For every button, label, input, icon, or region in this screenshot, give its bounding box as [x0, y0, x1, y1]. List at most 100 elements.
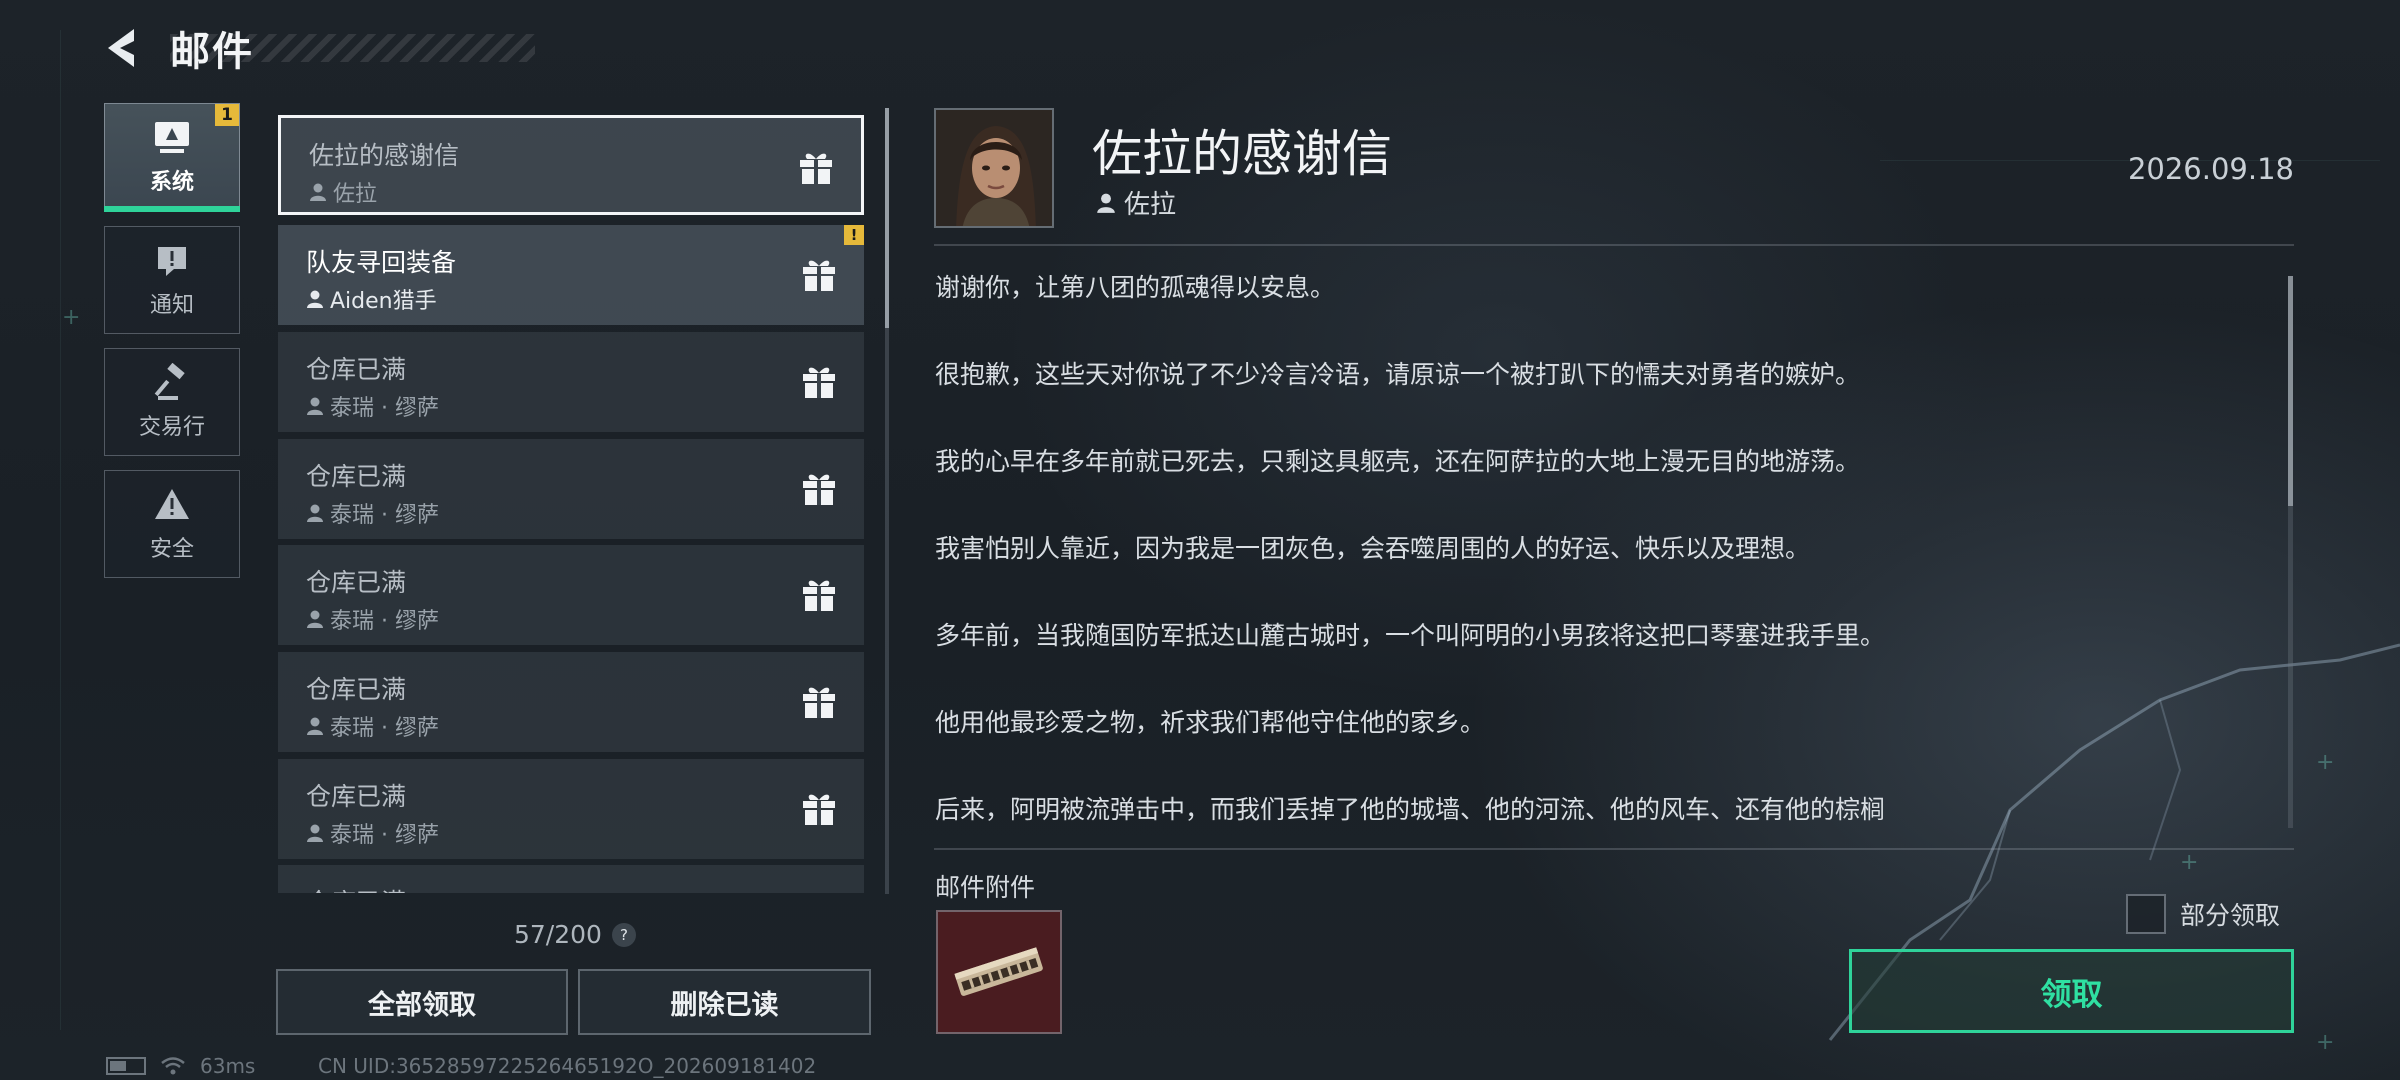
mail-body-paragraph: 很抱歉，这些天对你说了不少冷言冷语，请原谅一个被打趴下的懦夫对勇者的嫉妒。	[935, 360, 1861, 389]
mail-sender: 泰瑞 · 缪萨	[306, 390, 439, 422]
mail-body-paragraph: 我害怕别人靠近，因为我是一团灰色，会吞噬周围的人的好运、快乐以及理想。	[935, 534, 1811, 563]
gift-icon	[803, 687, 835, 718]
mail-sender-name: Aiden猎手	[330, 289, 437, 314]
wifi-icon	[161, 1057, 185, 1075]
delete-read-button[interactable]: 删除已读	[578, 969, 871, 1035]
mail-title: 仓库已满	[306, 782, 407, 811]
mail-sender: 佐拉	[309, 176, 377, 208]
mail-item[interactable]: 队友寻回装备 Aiden猎手 !	[278, 225, 864, 325]
category-notice[interactable]: 通知	[104, 226, 240, 334]
mail-list-scrollbar[interactable]	[885, 108, 889, 894]
person-icon	[307, 397, 323, 415]
mail-count: 57/200 ?	[514, 920, 636, 949]
gift-icon	[803, 474, 835, 505]
attachment-label: 邮件附件	[935, 873, 1036, 902]
gift-icon	[803, 794, 835, 825]
category-label: 通知	[149, 293, 194, 318]
help-icon[interactable]: ?	[611, 922, 636, 947]
gift-icon	[803, 260, 835, 291]
mail-body-paragraph: 多年前，当我随国防军抵达山麓古城时，一个叫阿明的小男孩将这把口琴塞进我手里。	[935, 621, 1886, 650]
partial-claim-toggle[interactable]: 部分领取	[2126, 894, 2280, 934]
mail-detail-sender-name: 佐拉	[1124, 190, 1177, 220]
person-icon	[310, 183, 326, 201]
mail-sender-name: 泰瑞 · 缪萨	[330, 609, 439, 634]
gift-icon	[803, 580, 835, 611]
category-label: 交易行	[138, 415, 205, 440]
mail-body-paragraph: 他用他最珍爱之物，祈求我们帮他守住他的家乡。	[935, 708, 1486, 737]
sender-avatar	[934, 108, 1054, 228]
person-icon	[1097, 193, 1115, 213]
detail-divider	[934, 244, 2294, 246]
harmonica-icon	[954, 947, 1043, 996]
person-icon	[307, 717, 323, 735]
mail-title: 仓库已满	[306, 883, 406, 893]
mail-item[interactable]: 仓库已满 泰瑞 · 缪萨	[278, 439, 864, 539]
detail-divider	[934, 848, 2294, 850]
warning-triangle-icon	[155, 489, 189, 519]
category-label: 系统	[149, 170, 194, 195]
person-icon	[307, 290, 323, 308]
mail-item[interactable]: 仓库已满 泰瑞 · 缪萨	[278, 332, 864, 432]
mail-detail-date: 2026.09.18	[2127, 152, 2294, 186]
mail-body-paragraph: 我的心早在多年前就已死去，只剩这具躯壳，还在阿萨拉的大地上漫无目的地游荡。	[935, 447, 1861, 476]
claim-button[interactable]: 领取	[1849, 949, 2294, 1033]
mail-item[interactable]: 仓库已满 泰瑞 · 缪萨	[278, 759, 864, 859]
mail-sender: 泰瑞 · 缪萨	[306, 710, 439, 742]
partial-claim-checkbox[interactable]	[2126, 894, 2166, 934]
mail-sender-name: 泰瑞 · 缪萨	[330, 823, 439, 848]
mail-sender-name: 佐拉	[333, 182, 378, 207]
battery-icon	[106, 1057, 146, 1075]
mail-body[interactable]: 谢谢你，让第八团的孤魂得以安息。 很抱歉，这些天对你说了不少冷言冷语，请原谅一个…	[935, 268, 2255, 828]
avatar-portrait	[936, 110, 1052, 226]
unread-badge: !	[844, 225, 864, 245]
person-icon	[307, 824, 323, 842]
category-label: 安全	[149, 537, 194, 562]
status-bar: 63ms	[106, 1054, 255, 1078]
mail-sender: 泰瑞 · 缪萨	[306, 497, 439, 529]
bg-deco-cross: +	[62, 305, 81, 330]
mail-title: 仓库已满	[306, 675, 407, 704]
attachment-item[interactable]	[936, 910, 1062, 1034]
mail-sender: 泰瑞 · 缪萨	[306, 603, 439, 635]
person-icon	[307, 504, 323, 522]
mail-item[interactable]: 佐拉的感谢信 佐拉	[278, 115, 864, 215]
title-decoration	[170, 34, 535, 62]
mail-detail-title: 佐拉的感谢信	[1092, 125, 1392, 183]
mail-title: 仓库已满	[306, 462, 407, 491]
mail-item[interactable]: 仓库已满	[278, 865, 864, 893]
mail-sender-name: 泰瑞 · 缪萨	[330, 396, 439, 421]
back-arrow-icon[interactable]	[100, 25, 146, 71]
mail-item[interactable]: 仓库已满 泰瑞 · 缪萨	[278, 545, 864, 645]
alert-chat-icon	[158, 247, 186, 276]
mail-sender-name: 泰瑞 · 缪萨	[330, 716, 439, 741]
mail-title: 仓库已满	[306, 355, 407, 384]
mail-body-paragraph: 后来，阿明被流弹击中，而我们丢掉了他的城墙、他的河流、他的风车、还有他的棕榈	[935, 795, 1886, 824]
mail-sender-name: 泰瑞 · 缪萨	[330, 503, 439, 528]
gift-icon	[800, 153, 832, 184]
bg-deco-line	[60, 30, 61, 1030]
gavel-icon	[154, 363, 185, 400]
scrollbar-thumb[interactable]	[885, 108, 889, 328]
mail-body-paragraph: 谢谢你，让第八团的孤魂得以安息。	[935, 273, 1336, 302]
gift-icon	[803, 367, 835, 398]
mail-body-scrollbar[interactable]	[2288, 276, 2293, 828]
mail-count-text: 57/200	[514, 920, 602, 949]
category-badge: 1	[215, 104, 239, 126]
category-system[interactable]: 系统 1	[104, 103, 240, 212]
scrollbar-thumb[interactable]	[2288, 276, 2293, 506]
person-icon	[307, 610, 323, 628]
mail-sender: Aiden猎手	[306, 283, 437, 315]
mail-list[interactable]: 佐拉的感谢信 佐拉 队友寻回装备 Aiden猎手 ! 仓库已满 泰瑞 · 缪萨 …	[278, 113, 866, 893]
mail-title: 队友寻回装备	[306, 248, 457, 277]
claim-all-button[interactable]: 全部领取	[276, 969, 568, 1035]
mail-detail-sender: 佐拉	[1096, 184, 1176, 221]
mail-title: 佐拉的感谢信	[309, 141, 460, 170]
category-security[interactable]: 安全	[104, 470, 240, 578]
monitor-icon	[155, 122, 189, 153]
mail-title: 仓库已满	[306, 568, 407, 597]
mail-item[interactable]: 仓库已满 泰瑞 · 缪萨	[278, 652, 864, 752]
category-trade[interactable]: 交易行	[104, 348, 240, 456]
uid-text: CN UID:3652859722526465192О_202609181402	[318, 1054, 817, 1078]
ping-text: 63ms	[200, 1054, 256, 1078]
partial-claim-label: 部分领取	[2180, 901, 2281, 930]
